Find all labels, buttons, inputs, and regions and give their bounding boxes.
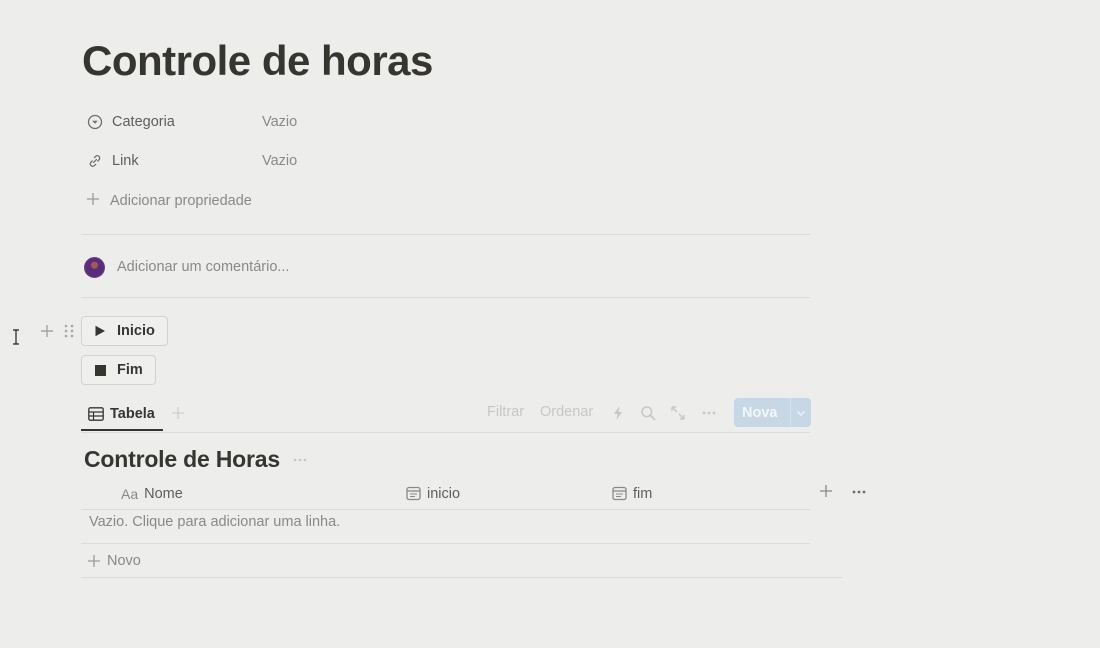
avatar (84, 256, 105, 278)
divider (81, 432, 810, 433)
page-title[interactable]: Controle de horas (82, 34, 433, 88)
database-title[interactable]: Controle de Horas (84, 446, 280, 473)
more-icon[interactable] (851, 484, 867, 500)
column-label: fim (633, 485, 653, 502)
lightning-icon[interactable] (610, 405, 626, 421)
column-label: inicio (427, 485, 461, 502)
new-button-label: Nova (742, 404, 778, 421)
add-block-icon[interactable] (39, 323, 55, 339)
add-property-button[interactable]: Adicionar propriedade (84, 188, 252, 214)
property-value[interactable]: Vazio (262, 114, 297, 130)
tab-label: Tabela (110, 405, 155, 422)
stop-icon (93, 363, 107, 377)
table-icon (88, 406, 104, 421)
filter-button[interactable]: Filtrar (487, 404, 524, 420)
empty-table-message[interactable]: Vazio. Clique para adicionar uma linha. (89, 514, 340, 530)
property-name[interactable]: Categoria (82, 112, 262, 132)
property-row-link[interactable]: Link Vazio (82, 146, 382, 176)
column-inicio[interactable]: inicio (406, 478, 460, 509)
new-button[interactable]: Nova (734, 398, 811, 427)
link-icon (85, 151, 105, 171)
new-row-label: Novo (107, 553, 141, 569)
fim-button-label: Fim (117, 362, 143, 378)
plus-icon (87, 554, 101, 568)
calendar-icon (406, 486, 421, 501)
column-fim[interactable]: fim (612, 478, 652, 509)
select-icon (85, 112, 105, 132)
text-icon: Aa (121, 485, 139, 502)
divider (81, 297, 810, 298)
drag-handle-icon[interactable] (63, 323, 75, 339)
comment-row[interactable]: Adicionar um comentário... (84, 254, 289, 280)
tab-tabela[interactable]: Tabela (81, 398, 163, 431)
divider (81, 234, 810, 235)
property-name[interactable]: Link (82, 151, 262, 171)
divider (81, 543, 810, 544)
calendar-icon (612, 486, 627, 501)
database-title-row: Controle de Horas (84, 444, 308, 474)
expand-icon[interactable] (670, 405, 686, 421)
property-value[interactable]: Vazio (262, 153, 297, 169)
add-property-label: Adicionar propriedade (110, 193, 252, 209)
inicio-button[interactable]: Inicio (81, 316, 168, 346)
text-cursor-icon (13, 329, 19, 345)
fim-button[interactable]: Fim (81, 355, 156, 385)
property-row-categoria[interactable]: Categoria Vazio (82, 107, 382, 137)
add-view-icon[interactable] (171, 406, 185, 420)
search-icon[interactable] (640, 405, 656, 421)
comment-input[interactable]: Adicionar um comentário... (117, 259, 289, 275)
property-label: Link (112, 153, 139, 169)
view-bar: Tabela Filtrar Ordenar Nova (81, 398, 811, 432)
page: Controle de horas Categoria Vazio Link V… (0, 0, 1100, 648)
column-nome[interactable]: Aa Nome (121, 478, 183, 509)
sort-button[interactable]: Ordenar (540, 404, 593, 420)
add-column-icon[interactable] (819, 484, 833, 498)
table-header: Aa Nome inicio fim (81, 478, 810, 509)
inicio-button-label: Inicio (117, 323, 155, 339)
more-icon[interactable] (701, 405, 717, 421)
new-row-button[interactable]: Novo (87, 549, 141, 573)
chevron-down-icon[interactable] (791, 408, 811, 418)
property-label: Categoria (112, 114, 175, 130)
plus-icon (85, 191, 101, 211)
play-icon (93, 324, 107, 338)
column-label: Nome (144, 485, 183, 502)
more-icon[interactable] (292, 451, 308, 467)
divider (81, 509, 810, 510)
divider (81, 577, 843, 578)
